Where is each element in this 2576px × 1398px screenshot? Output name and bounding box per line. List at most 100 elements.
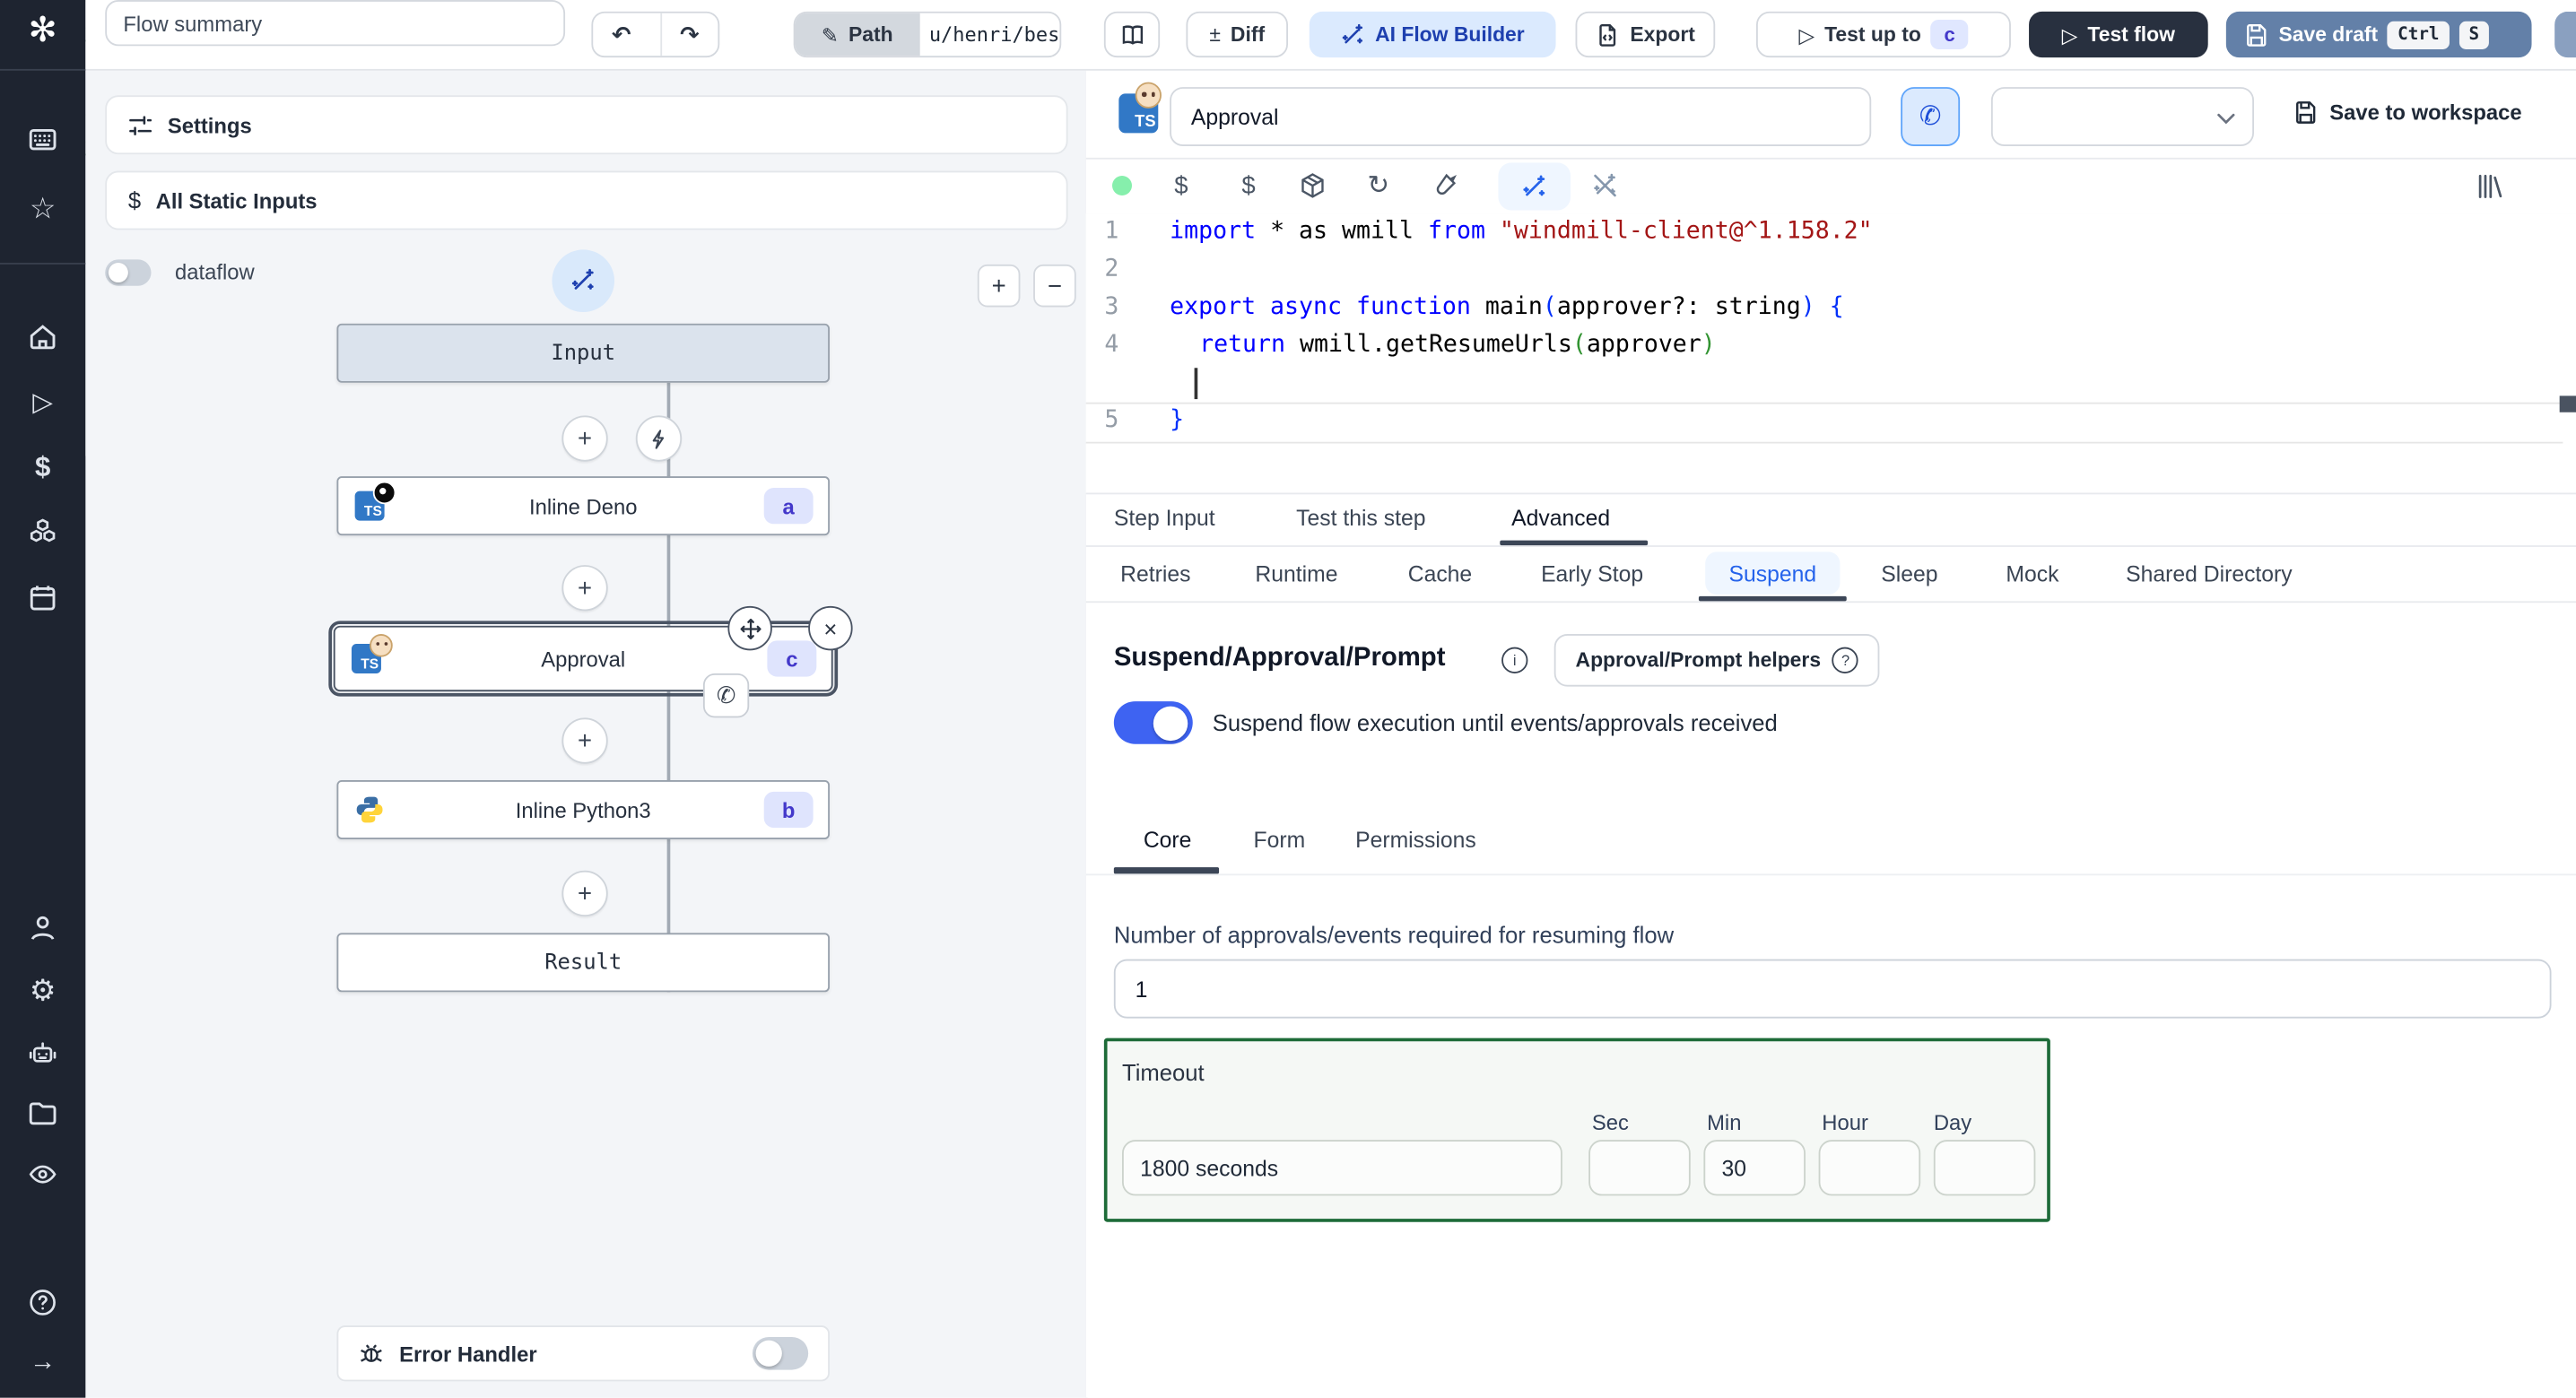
settings-icon[interactable]: ⚙ (0, 974, 85, 1007)
timeout-hour-input[interactable] (1819, 1140, 1921, 1195)
folders-icon[interactable] (0, 1098, 85, 1128)
error-handler-label: Error Handler (399, 1342, 537, 1366)
timeout-sec-input[interactable] (1588, 1140, 1691, 1195)
approvals-required-input[interactable] (1114, 959, 2552, 1019)
expand-sidebar-icon[interactable]: → (0, 1347, 85, 1380)
windmill-logo-icon[interactable]: ✻ (0, 14, 85, 48)
export-button[interactable]: Export (1576, 12, 1716, 57)
approval-phone-button[interactable]: ✆ (1901, 87, 1960, 146)
save-draft-label: Save draft (2278, 23, 2378, 47)
flow-node-input[interactable]: Input (336, 324, 829, 383)
redo-button[interactable]: ↷ (659, 13, 718, 56)
move-node-button[interactable] (727, 606, 771, 650)
format-brush-icon[interactable] (1428, 169, 1461, 203)
error-handler-toggle[interactable] (753, 1337, 808, 1370)
tab-shared-directory[interactable]: Shared Directory (2126, 561, 2293, 586)
reset-icon[interactable]: ↻ (1362, 169, 1395, 203)
diff-button[interactable]: ± Diff (1186, 12, 1288, 57)
package-icon[interactable] (1296, 169, 1329, 203)
runs-icon[interactable]: ▷ (0, 387, 85, 421)
delete-node-button[interactable]: × (808, 606, 852, 650)
tab-cache[interactable]: Cache (1408, 561, 1472, 586)
flow-node-inline-deno[interactable]: TS Inline Deno a (336, 476, 829, 535)
tab-suspend-active[interactable]: Suspend (1705, 551, 1840, 595)
add-step-button[interactable]: + (561, 871, 607, 916)
code-editor[interactable]: 1 2 3 4 5 import * as wmill from "windmi… (1086, 213, 2576, 492)
test-up-to-label: Test up to (1824, 23, 1921, 47)
flow-node-result[interactable]: Result (336, 933, 829, 992)
error-handler-row[interactable]: Error Handler (336, 1325, 829, 1381)
question-icon: ? (1832, 647, 1858, 673)
tab-mock[interactable]: Mock (2006, 561, 2058, 586)
tab-core[interactable]: Core (1144, 828, 1192, 852)
audit-logs-icon[interactable] (0, 1159, 85, 1189)
tab-early-stop[interactable]: Early Stop (1541, 561, 1643, 586)
code-toolbar: $ $ ↻ (1086, 158, 2576, 215)
face-emoji-icon (1136, 82, 1162, 109)
path-button[interactable]: ✎ Path u/henri/bes (794, 12, 1062, 57)
tag-select[interactable] (1991, 87, 2254, 146)
dataflow-toggle[interactable] (105, 259, 151, 285)
tab-advanced[interactable]: Advanced (1511, 506, 1610, 530)
flow-node-inline-python3[interactable]: Inline Python3 b (336, 780, 829, 839)
tab-sleep[interactable]: Sleep (1881, 561, 1937, 586)
add-step-button[interactable]: + (561, 717, 607, 763)
resources-icon[interactable] (0, 517, 85, 547)
add-step-button[interactable]: + (561, 565, 607, 611)
wand-icon (1341, 22, 1365, 47)
library-icon[interactable] (2473, 169, 2506, 203)
node-label: Approval (335, 647, 831, 671)
info-icon[interactable]: i (1501, 647, 1527, 673)
code-line-4: return wmill.getResumeUrls(approver) (1199, 326, 1716, 364)
step-name-input[interactable] (1170, 87, 1871, 146)
save-draft-button[interactable]: Save draft Ctrl S (2226, 12, 2532, 57)
flow-settings-row[interactable]: Settings (105, 95, 1067, 154)
docs-button[interactable] (1104, 12, 1160, 57)
test-flow-button[interactable]: ▷ Test flow (2029, 12, 2208, 57)
apps-icon[interactable] (0, 125, 85, 154)
ai-gen-disabled-icon[interactable] (1588, 169, 1622, 203)
test-up-to-button[interactable]: ▷ Test up to c (1756, 12, 2011, 57)
favorites-icon[interactable]: ☆ (0, 192, 85, 225)
home-icon[interactable] (0, 322, 85, 352)
ai-flow-builder-button[interactable]: AI Flow Builder (1310, 12, 1556, 57)
line-number: 1 (1086, 213, 1119, 251)
topbar: ↶ ↷ ✎Path u/henri/bes ± Diff AI Flow Bui… (85, 0, 2576, 71)
schedules-icon[interactable] (0, 583, 85, 612)
variables-icon[interactable]: $ (0, 452, 85, 485)
trigger-bolt-button[interactable] (636, 415, 682, 461)
editor-scrollbar[interactable] (2560, 395, 2576, 412)
timeout-seconds-input[interactable] (1122, 1140, 1562, 1195)
line-number: 2 (1086, 251, 1119, 289)
suspend-toggle-on[interactable] (1114, 701, 1193, 744)
chevron-down-icon (2216, 110, 2236, 126)
ai-assistant-active-button[interactable] (1498, 162, 1571, 210)
users-icon[interactable] (0, 913, 85, 942)
workers-icon[interactable] (0, 1038, 85, 1068)
tab-test-this-step[interactable]: Test this step (1296, 506, 1425, 530)
bug-icon (358, 1341, 384, 1367)
approval-prompt-helpers-button[interactable]: Approval/Prompt helpers ? (1554, 634, 1880, 687)
undo-button[interactable]: ↶ (593, 13, 649, 56)
save-to-workspace-button[interactable]: Save to workspace (2293, 100, 2522, 125)
tab-runtime[interactable]: Runtime (1255, 561, 1337, 586)
zoom-in-button[interactable]: + (978, 265, 1021, 308)
ai-step-wand-button[interactable] (552, 249, 614, 312)
timeout-min-input[interactable] (1703, 1140, 1806, 1195)
zoom-out-button[interactable]: − (1033, 265, 1076, 308)
deploy-button-partial[interactable] (2554, 12, 2576, 57)
tab-step-input[interactable]: Step Input (1114, 506, 1215, 530)
flow-settings-label: Settings (168, 112, 252, 136)
flow-summary-input[interactable] (105, 0, 565, 46)
suspend-phone-indicator[interactable]: ✆ (703, 673, 749, 717)
help-icon[interactable] (0, 1288, 85, 1317)
all-static-inputs-row[interactable]: $ All Static Inputs (105, 170, 1067, 230)
resource-picker-icon[interactable]: $ (1232, 169, 1266, 203)
variable-picker-icon[interactable]: $ (1165, 169, 1198, 203)
timeout-day-input[interactable] (1934, 1140, 2036, 1195)
line-number: 4 (1086, 326, 1119, 364)
tab-retries[interactable]: Retries (1120, 561, 1190, 586)
tab-form[interactable]: Form (1254, 828, 1306, 852)
add-step-button[interactable]: + (561, 415, 607, 461)
tab-permissions[interactable]: Permissions (1355, 828, 1476, 852)
